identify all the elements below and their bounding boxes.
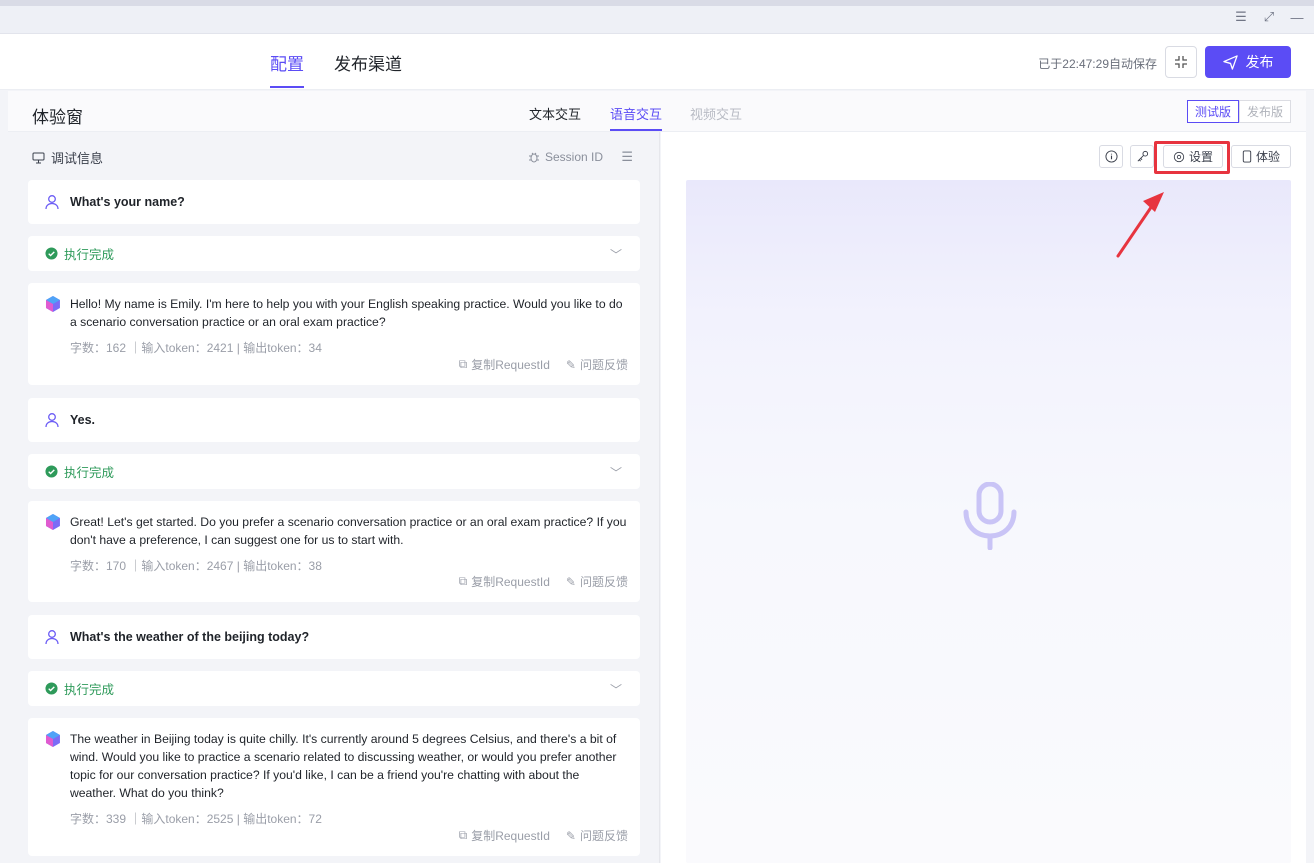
copy-request-id-button[interactable]: ⧉ 复制RequestId <box>459 573 550 590</box>
debug-title: 调试信息 <box>32 148 103 167</box>
tab-publish-channel[interactable]: 发布渠道 <box>334 50 402 75</box>
bug-icon <box>528 152 539 163</box>
publish-label: 发布 <box>1245 54 1274 70</box>
execution-status[interactable]: 执行完成 ﹀ <box>28 236 640 271</box>
execution-status[interactable]: 执行完成 ﹀ <box>28 454 640 489</box>
bot-logo-icon <box>45 296 60 312</box>
feedback-label: 问题反馈 <box>579 358 628 372</box>
bot-reply: Great! Let's get started. Do you prefer … <box>28 501 640 602</box>
user-message: Yes. <box>28 398 640 442</box>
feedback-button[interactable]: ✎ 问题反馈 <box>566 356 628 373</box>
key-button[interactable] <box>1130 145 1154 168</box>
copy-icon: ⧉ <box>458 357 468 371</box>
autosave-status: 已于22:47:29自动保存 <box>1038 57 1157 71</box>
copy-label: 复制RequestId <box>471 358 550 372</box>
edit-icon: ✎ <box>565 357 576 372</box>
voice-canvas[interactable] <box>686 180 1291 863</box>
user-icon <box>45 630 59 645</box>
user-message-text: What's your name? <box>70 195 185 209</box>
user-icon <box>45 413 59 428</box>
bot-reply: The weather in Beijing today is quite ch… <box>28 718 640 856</box>
check-circle-icon <box>45 682 58 695</box>
copy-icon: ⧉ <box>458 574 468 588</box>
annotation-arrow-icon <box>1116 192 1164 258</box>
titlebar-strip <box>0 0 1314 6</box>
info-button[interactable] <box>1099 145 1123 168</box>
list-menu-icon[interactable]: ☰ <box>621 149 633 165</box>
reply-text: The weather in Beijing today is quite ch… <box>69 732 617 800</box>
check-circle-icon <box>45 247 58 260</box>
phone-icon <box>1242 150 1252 163</box>
session-id-label: Session ID <box>544 150 603 164</box>
top-header: 配置 发布渠道 已于22:47:29自动保存 发布 <box>0 34 1314 90</box>
panel-title: 体验窗 <box>32 108 83 127</box>
experience-header: 体验窗 文本交互 语音交互 视频交互 测试版 发布版 <box>8 91 1306 132</box>
info-icon <box>1104 150 1118 163</box>
chevron-down-icon[interactable]: ﹀ <box>610 464 622 481</box>
publish-button[interactable]: 发布 <box>1205 46 1291 78</box>
tab-video-interaction[interactable]: 视频交互 <box>690 104 742 123</box>
minimize-icon[interactable]: — <box>1290 10 1304 25</box>
experience-button[interactable]: 体验 <box>1231 145 1291 168</box>
chevron-down-icon[interactable]: ﹀ <box>610 681 622 698</box>
status-text: 执行完成 <box>64 683 115 697</box>
tab-text-interaction[interactable]: 文本交互 <box>529 104 581 123</box>
user-message: What's the weather of the beijing today? <box>28 615 640 659</box>
reply-stats: 字数：170 ｜输入token：2467 | 输出token：38 <box>70 559 322 573</box>
debug-title-label: 调试信息 <box>51 151 104 166</box>
bot-logo-icon <box>45 514 60 530</box>
feedback-label: 问题反馈 <box>579 575 628 589</box>
copy-label: 复制RequestId <box>471 575 550 589</box>
session-id[interactable]: Session ID <box>528 150 603 164</box>
settings-highlight-box <box>1154 141 1230 174</box>
edit-icon: ✎ <box>565 828 576 843</box>
microphone-icon[interactable] <box>963 482 1017 550</box>
send-icon <box>1222 54 1238 70</box>
test-version-button[interactable]: 测试版 <box>1186 100 1239 123</box>
key-icon <box>1137 150 1148 162</box>
tab-config[interactable]: 配置 <box>270 50 304 88</box>
feedback-label: 问题反馈 <box>579 829 628 843</box>
reply-stats: 字数：339 ｜输入token：2525 | 输出token：72 <box>70 812 322 826</box>
collapse-button[interactable] <box>1165 46 1197 78</box>
bot-reply: Hello! My name is Emily. I'm here to hel… <box>28 283 640 385</box>
copy-icon: ⧉ <box>458 828 468 842</box>
user-message-text: What's the weather of the beijing today? <box>70 630 310 644</box>
monitor-icon <box>32 152 45 163</box>
chevron-down-icon[interactable]: ﹀ <box>610 246 622 263</box>
expand-icon[interactable]: ⤢ <box>1262 9 1276 24</box>
user-message: What's your name? <box>28 180 640 224</box>
copy-label: 复制RequestId <box>471 829 550 843</box>
status-text: 执行完成 <box>64 466 115 480</box>
collapse-icon <box>1175 56 1187 68</box>
reply-stats: 字数：162 ｜输入token：2421 | 输出token：34 <box>70 341 322 355</box>
voice-panel: 设置 体验 <box>661 132 1306 863</box>
edit-icon: ✎ <box>565 574 576 589</box>
version-switch: 测试版 发布版 <box>1186 100 1291 123</box>
debug-panel: 调试信息 Session ID ☰ What's your name? 执行完成… <box>8 132 660 863</box>
release-version-button[interactable]: 发布版 <box>1238 100 1291 123</box>
execution-status[interactable]: 执行完成 ﹀ <box>28 671 640 706</box>
feedback-button[interactable]: ✎ 问题反馈 <box>566 827 628 844</box>
tab-voice-interaction[interactable]: 语音交互 <box>610 104 663 131</box>
copy-request-id-button[interactable]: ⧉ 复制RequestId <box>459 356 550 373</box>
user-icon <box>45 195 59 210</box>
check-circle-icon <box>45 465 58 478</box>
user-message-text: Yes. <box>70 413 96 427</box>
reply-text: Great! Let's get started. Do you prefer … <box>69 515 627 547</box>
bot-logo-icon <box>45 731 60 747</box>
reply-text: Hello! My name is Emily. I'm here to hel… <box>69 297 623 329</box>
menu-icon[interactable]: ☰ <box>1234 9 1248 24</box>
experience-label: 体验 <box>1255 150 1280 164</box>
window-titlebar: ☰ ⤢ — <box>0 0 1314 34</box>
feedback-button[interactable]: ✎ 问题反馈 <box>566 573 628 590</box>
status-text: 执行完成 <box>64 248 115 262</box>
copy-request-id-button[interactable]: ⧉ 复制RequestId <box>459 827 550 844</box>
